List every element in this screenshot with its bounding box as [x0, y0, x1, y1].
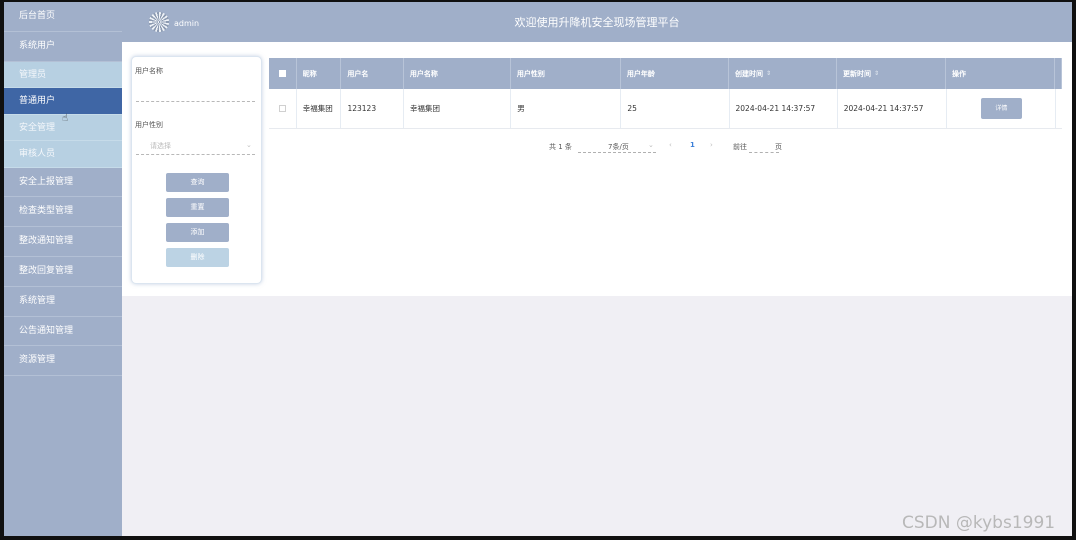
- screen-frame: 后台首页 系统用户 管理员 普通用户 安全管理 审核人员 安全上报管理 检查类型…: [0, 0, 1076, 540]
- cell-name: 幸福集团: [404, 89, 512, 128]
- watermark: CSDN @kybs1991: [902, 513, 1056, 533]
- header-filler: [1055, 58, 1063, 89]
- sidebar-item-inspection-types[interactable]: 检查类型管理: [4, 197, 122, 228]
- cell-filler: [1056, 89, 1062, 128]
- app-window: 后台首页 系统用户 管理员 普通用户 安全管理 审核人员 安全上报管理 检查类型…: [4, 2, 1072, 536]
- pagination-total: 共 1 条: [549, 143, 572, 151]
- header-username: 用户名: [341, 58, 404, 89]
- sidebar-item-system-management[interactable]: 系统管理: [4, 287, 122, 317]
- query-button[interactable]: 查询: [166, 173, 229, 192]
- page-size-select[interactable]: 7条/页 ⌄: [578, 139, 656, 153]
- sidebar-item-resources[interactable]: 资源管理: [4, 346, 122, 377]
- sidebar-item-normal-users[interactable]: 普通用户: [4, 88, 122, 115]
- sidebar-item-announcements[interactable]: 公告通知管理: [4, 317, 122, 347]
- cell-nickname: 幸福集团: [297, 89, 342, 128]
- delete-button[interactable]: 删除: [166, 248, 229, 267]
- cell-age: 25: [621, 89, 730, 128]
- table-header: 昵称 用户名 用户名称 用户性别 用户年龄 创建时间 ⇕ 更新时间 ⇕ 操作: [269, 58, 1063, 89]
- header-actions: 操作: [946, 58, 1056, 89]
- sidebar-item-reviewers[interactable]: 审核人员: [4, 141, 122, 168]
- main-content: 用户名称 用户性别 请选择 ⌄ 查询 重置 添加 删除 昵称 用户名 用户名称 …: [122, 42, 1072, 296]
- reset-button[interactable]: 重置: [166, 198, 229, 217]
- sidebar-item-rectification-replies[interactable]: 整改回复管理: [4, 257, 122, 287]
- sort-icon[interactable]: ⇕: [874, 70, 879, 77]
- page-unit-label: 页: [775, 143, 782, 151]
- goto-label: 前往: [733, 143, 747, 151]
- sidebar-item-admin[interactable]: 管理员: [4, 61, 122, 89]
- top-header: admin 欢迎使用升降机安全现场管理平台: [122, 2, 1072, 42]
- gender-label: 用户性别: [135, 121, 163, 129]
- page-title: 欢迎使用升降机安全现场管理平台: [514, 16, 680, 29]
- header-nickname: 昵称: [297, 58, 342, 89]
- sidebar-item-home[interactable]: 后台首页: [4, 2, 122, 32]
- search-panel: 用户名称 用户性别 请选择 ⌄ 查询 重置 添加 删除: [131, 56, 262, 284]
- cell-gender: 男: [511, 89, 622, 128]
- cell-updated: 2024-04-21 14:37:57: [838, 89, 947, 128]
- users-table: 昵称 用户名 用户名称 用户性别 用户年龄 创建时间 ⇕ 更新时间 ⇕ 操作 幸福集…: [269, 58, 1063, 129]
- header-created-label: 创建时间: [734, 69, 763, 78]
- header-name: 用户名称: [404, 58, 511, 89]
- sidebar-item-safety-reports[interactable]: 安全上报管理: [4, 168, 122, 198]
- next-page-icon[interactable]: ›: [710, 141, 713, 149]
- header-updated[interactable]: 更新时间 ⇕: [837, 58, 946, 89]
- row-select-cell: [269, 89, 297, 128]
- select-all-checkbox[interactable]: [278, 70, 286, 77]
- sidebar-item-rectification-notices[interactable]: 整改通知管理: [4, 227, 122, 257]
- username-label: 用户名称: [135, 67, 163, 75]
- sidebar-item-system-users[interactable]: 系统用户: [4, 32, 122, 62]
- cell-actions: 详情: [947, 89, 1056, 128]
- username-input[interactable]: [136, 101, 255, 102]
- sidebar: 后台首页 系统用户 管理员 普通用户 安全管理 审核人员 安全上报管理 检查类型…: [4, 2, 122, 536]
- cell-created: 2024-04-21 14:37:57: [730, 89, 838, 128]
- header-created[interactable]: 创建时间 ⇕: [729, 58, 837, 89]
- cell-username: 123123: [341, 89, 405, 128]
- header-updated-label: 更新时间: [842, 69, 871, 78]
- row-checkbox[interactable]: [278, 105, 286, 112]
- page-size-value: 7条/页: [608, 143, 629, 151]
- prev-page-icon[interactable]: ‹: [669, 141, 672, 149]
- chevron-down-icon: ⌄: [648, 141, 654, 149]
- header-gender: 用户性别: [511, 58, 621, 89]
- pagination: 共 1 条 7条/页 ⌄ ‹ 1 › 前往 页: [122, 139, 1072, 155]
- add-button[interactable]: 添加: [166, 223, 229, 242]
- page-number[interactable]: 1: [690, 141, 695, 149]
- header-age: 用户年龄: [621, 58, 729, 89]
- sort-icon[interactable]: ⇕: [766, 70, 771, 77]
- detail-button[interactable]: 详情: [980, 98, 1022, 119]
- select-all-cell: [269, 58, 297, 89]
- table-row: 幸福集团 123123 幸福集团 男 25 2024-04-21 14:37:5…: [269, 89, 1062, 129]
- mouse-cursor-icon: ☝: [62, 113, 69, 124]
